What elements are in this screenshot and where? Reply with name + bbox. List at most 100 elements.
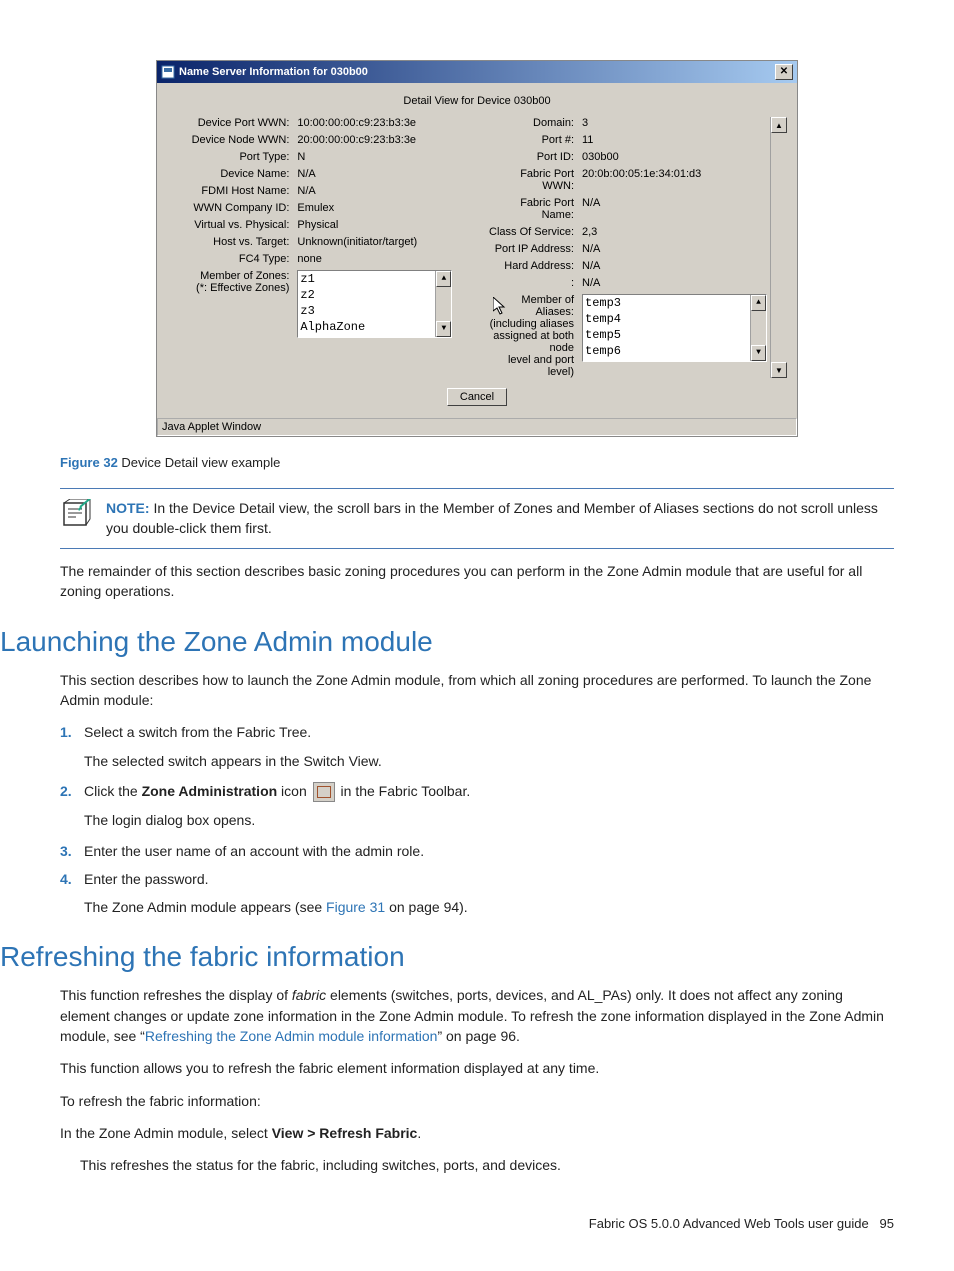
- field-value: 11: [582, 134, 767, 146]
- text: The Zone Admin module appears (see: [84, 899, 326, 915]
- field-value: 20:00:00:00:c9:23:b3:3e: [297, 134, 477, 146]
- field-label: FDMI Host Name:: [167, 185, 289, 197]
- figure-caption: Figure 32 Device Detail view example: [60, 455, 894, 470]
- field-value: 030b00: [582, 151, 767, 163]
- text: Click the: [84, 783, 142, 799]
- zone-admin-icon: [313, 782, 335, 802]
- scrollbar[interactable]: ▲ ▼: [750, 295, 766, 361]
- text: Member of Aliases:: [521, 294, 574, 318]
- field-value: Physical: [297, 219, 477, 231]
- step-text: Enter the password.: [84, 871, 209, 887]
- link-figure-31[interactable]: Figure 31: [326, 899, 385, 915]
- list-item[interactable]: temp5: [585, 327, 764, 343]
- step-text: Enter the user name of an account with t…: [84, 843, 424, 859]
- right-fields: Domain:3 Port #:11 Port ID:030b00 Fabric…: [487, 117, 767, 378]
- field-value: N/A: [297, 168, 477, 180]
- note-body: In the Device Detail view, the scroll ba…: [106, 500, 878, 536]
- text: assigned at both node: [493, 330, 574, 354]
- zones-label: Member of Zones: (*: Effective Zones): [167, 270, 289, 338]
- scrollbar[interactable]: ▲ ▼: [435, 271, 451, 337]
- field-value: N: [297, 151, 477, 163]
- paragraph: In the Zone Admin module, select View > …: [60, 1123, 894, 1143]
- field-value: 10:00:00:00:c9:23:b3:3e: [297, 117, 477, 129]
- field-value: N/A: [582, 197, 767, 221]
- cancel-button[interactable]: Cancel: [447, 388, 507, 406]
- name-server-dialog: Name Server Information for 030b00 ✕ Det…: [156, 60, 798, 437]
- divider-top: [60, 488, 894, 489]
- field-label: Port ID:: [487, 151, 574, 163]
- field-label: Domain:: [487, 117, 574, 129]
- list-item[interactable]: z2: [300, 287, 449, 303]
- zones-listbox[interactable]: z1 z2 z3 AlphaZone ▲ ▼: [297, 270, 452, 338]
- field-value: 20:0b:00:05:1e:34:01:d3: [582, 168, 767, 192]
- text: In the Zone Admin module, select: [60, 1125, 272, 1141]
- scroll-up-icon[interactable]: ▲: [751, 295, 766, 311]
- field-label: :: [487, 277, 574, 289]
- paragraph: This section describes how to launch the…: [60, 670, 894, 711]
- list-item[interactable]: temp6: [585, 343, 764, 359]
- field-label: Fabric Port WWN:: [487, 168, 574, 192]
- field-label: Port IP Address:: [487, 243, 574, 255]
- list-item[interactable]: temp3: [585, 295, 764, 311]
- left-fields: Device Port WWN:10:00:00:00:c9:23:b3:3e …: [167, 117, 477, 378]
- outer-scrollbar[interactable]: ▲ ▼: [770, 117, 787, 378]
- note-icon: [60, 499, 94, 538]
- field-label: Hard Address:: [487, 260, 574, 272]
- field-value: N/A: [582, 277, 767, 289]
- field-label: Host vs. Target:: [167, 236, 289, 248]
- footer-text: Fabric OS 5.0.0 Advanced Web Tools user …: [589, 1216, 869, 1231]
- list-item[interactable]: z1: [300, 271, 449, 287]
- text-bold: View > Refresh Fabric: [272, 1125, 418, 1141]
- field-value: none: [297, 253, 477, 265]
- paragraph: To refresh the fabric information:: [60, 1091, 894, 1111]
- scroll-down-icon[interactable]: ▼: [436, 321, 451, 337]
- field-label: Device Port WWN:: [167, 117, 289, 129]
- paragraph: This function allows you to refresh the …: [60, 1058, 894, 1078]
- field-value: N/A: [582, 243, 767, 255]
- field-value: Emulex: [297, 202, 477, 214]
- link-refreshing-zone-admin[interactable]: Refreshing the Zone Admin module informa…: [145, 1028, 438, 1044]
- substep: The login dialog box opens.: [84, 810, 894, 830]
- field-label: Device Name:: [167, 168, 289, 180]
- field-label: Class Of Service:: [487, 226, 574, 238]
- step-2: Click the Zone Administration icon in th…: [60, 781, 894, 802]
- substep: The selected switch appears in the Switc…: [84, 751, 894, 771]
- step-text: Select a switch from the Fabric Tree.: [84, 724, 311, 740]
- list-item[interactable]: z3: [300, 303, 449, 319]
- field-label: Virtual vs. Physical:: [167, 219, 289, 231]
- text-bold: Zone Administration: [142, 783, 278, 799]
- text: (including aliases: [490, 318, 574, 330]
- list-item[interactable]: temp4: [585, 311, 764, 327]
- dialog-title: Name Server Information for 030b00: [179, 66, 368, 78]
- text: This function refreshes the display of: [60, 987, 292, 1003]
- list-item[interactable]: AlphaZone: [300, 319, 449, 335]
- field-value: N/A: [297, 185, 477, 197]
- field-label: Port Type:: [167, 151, 289, 163]
- figure-text: Device Detail view example: [118, 455, 281, 470]
- page-number: 95: [880, 1216, 894, 1231]
- titlebar: Name Server Information for 030b00 ✕: [157, 61, 797, 83]
- field-label: Fabric Port Name:: [487, 197, 574, 221]
- scroll-down-icon[interactable]: ▼: [771, 362, 787, 378]
- field-value: N/A: [582, 260, 767, 272]
- applet-status-bar: Java Applet Window: [157, 418, 797, 436]
- scroll-up-icon[interactable]: ▲: [771, 117, 787, 133]
- close-icon[interactable]: ✕: [775, 64, 793, 80]
- text: ” on page 96.: [437, 1028, 520, 1044]
- aliases-listbox[interactable]: temp3 temp4 temp5 temp6 ▲ ▼: [582, 294, 767, 362]
- paragraph: This function refreshes the display of f…: [60, 985, 894, 1046]
- note-text: NOTE: In the Device Detail view, the scr…: [106, 499, 894, 538]
- text: on page 94).: [385, 899, 468, 915]
- field-value: Unknown(initiator/target): [297, 236, 477, 248]
- text: level and port level): [508, 354, 574, 378]
- scroll-down-icon[interactable]: ▼: [751, 345, 766, 361]
- heading-launching: Launching the Zone Admin module: [0, 626, 894, 658]
- note-block: NOTE: In the Device Detail view, the scr…: [60, 499, 894, 538]
- step-4: Enter the password.: [60, 869, 894, 889]
- field-value: 3: [582, 117, 767, 129]
- text: icon: [277, 783, 310, 799]
- scroll-up-icon[interactable]: ▲: [436, 271, 451, 287]
- substep: The Zone Admin module appears (see Figur…: [84, 897, 894, 917]
- app-icon: [161, 65, 175, 79]
- text: (*: Effective Zones): [196, 282, 289, 294]
